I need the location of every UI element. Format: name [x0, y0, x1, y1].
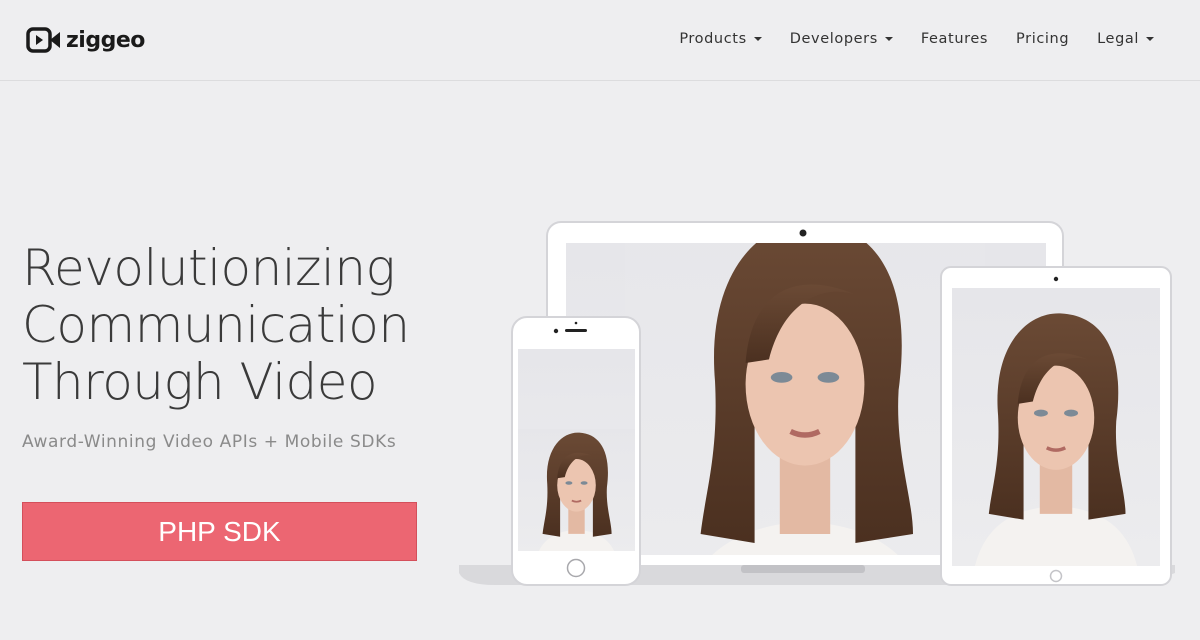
caret-down-icon — [753, 37, 762, 41]
caret-down-icon — [1146, 37, 1154, 41]
php-sdk-button[interactable]: PHP SDK — [22, 502, 417, 561]
nav-features[interactable]: Features — [921, 31, 988, 47]
nav-developers-label: Developers — [789, 31, 878, 47]
nav-products[interactable]: Products — [679, 31, 762, 47]
hero-subtitle: Award-Winning Video APIs + Mobile SDKs — [22, 432, 397, 452]
brand-logo[interactable]: ziggeo — [26, 26, 145, 54]
tablet-device — [940, 266, 1172, 586]
nav-legal[interactable]: Legal — [1097, 31, 1154, 47]
brand-name: ziggeo — [66, 27, 145, 53]
devices-graphic — [459, 221, 1175, 586]
nav-products-label: Products — [679, 31, 747, 47]
nav-developers[interactable]: Developers — [790, 31, 893, 47]
headline-line-2: Communication — [22, 296, 410, 354]
hero-headline: Revolutionizing Communication Through Vi… — [22, 240, 462, 411]
nav-pricing-label: Pricing — [1016, 31, 1070, 47]
caret-down-icon — [884, 37, 893, 41]
headline-line-1: Revolutionizing — [22, 239, 396, 297]
nav-legal-label: Legal — [1097, 31, 1139, 47]
nav-features-label: Features — [920, 31, 989, 47]
video-camera-icon — [26, 27, 60, 53]
device-illustration — [455, 215, 1185, 595]
phone-device — [511, 316, 641, 586]
main-nav: Products Developers Features Pricing Leg… — [679, 31, 1154, 47]
site-header: ziggeo Products Developers Features Pric… — [0, 0, 1200, 81]
headline-line-3: Through Video — [22, 353, 378, 411]
nav-pricing[interactable]: Pricing — [1016, 31, 1069, 47]
